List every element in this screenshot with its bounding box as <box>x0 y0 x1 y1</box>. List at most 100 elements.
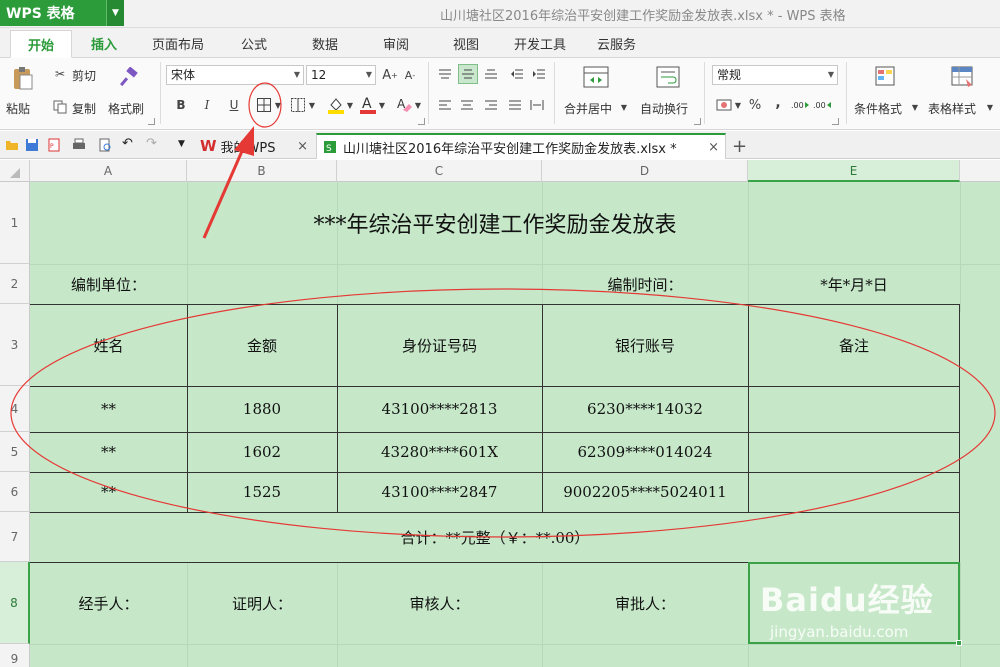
decrease-indent-icon[interactable] <box>508 65 526 83</box>
paste-button[interactable]: 粘贴 <box>6 100 30 117</box>
cell-name[interactable]: ** <box>30 432 187 472</box>
cell-border-style-icon[interactable] <box>288 95 308 115</box>
increase-decimal-icon[interactable]: .00 <box>790 96 810 114</box>
total-row[interactable]: 合计：**元整（￥：**.00） <box>30 512 960 562</box>
align-middle-icon[interactable] <box>458 64 478 84</box>
shrink-font-icon[interactable]: A- <box>402 66 418 84</box>
cell-amount[interactable]: 1525 <box>187 472 337 512</box>
tab-developer[interactable]: 开发工具 <box>514 34 566 53</box>
chevron-down-icon[interactable]: ▼ <box>986 102 994 112</box>
paste-icon[interactable] <box>10 64 36 92</box>
cell-id-number[interactable]: 43100****2847 <box>337 472 542 512</box>
row-header-2[interactable]: 2 <box>0 264 30 304</box>
chevron-down-icon[interactable]: ▼ <box>734 98 742 112</box>
tab-insert[interactable]: 插入 <box>91 34 117 53</box>
cell-id-number[interactable]: 43280****601X <box>337 432 542 472</box>
format-painter-button[interactable]: 格式刷 <box>108 100 144 117</box>
close-icon[interactable]: × <box>297 139 308 154</box>
sheet-title[interactable]: ***年综治平安创建工作奖励金发放表 <box>30 182 960 264</box>
distributed-align-icon[interactable] <box>528 96 546 114</box>
open-folder-icon[interactable] <box>5 138 19 152</box>
align-top-icon[interactable] <box>436 65 454 83</box>
header-bank-account[interactable]: 银行账号 <box>542 304 748 386</box>
tab-start[interactable]: 开始 <box>10 30 72 58</box>
cell-bank-account[interactable]: 9002205****5024011 <box>542 472 748 512</box>
align-center-icon[interactable] <box>458 96 476 114</box>
chevron-down-icon[interactable]: ▼ <box>378 98 386 112</box>
signature-reviewer[interactable]: 审核人： <box>337 562 542 644</box>
table-style-button[interactable]: 表格样式 <box>928 100 976 117</box>
chevron-down-icon[interactable]: ▼ <box>620 102 628 112</box>
increase-indent-icon[interactable] <box>530 65 548 83</box>
format-painter-icon[interactable] <box>118 66 140 88</box>
header-id-number[interactable]: 身份证号码 <box>337 304 542 386</box>
merge-center-button[interactable]: 合并居中 <box>564 100 612 117</box>
new-tab-button[interactable]: + <box>732 133 748 159</box>
tab-my-wps[interactable]: W 我的WPS × <box>200 133 314 159</box>
conditional-format-button[interactable]: 条件格式 <box>854 100 902 117</box>
merge-center-icon[interactable] <box>582 64 610 90</box>
column-header-c[interactable]: C <box>337 160 542 182</box>
copy-button[interactable]: 复制 <box>72 100 96 117</box>
tab-view[interactable]: 视图 <box>453 34 479 53</box>
row-header-3[interactable]: 3 <box>0 304 30 386</box>
row-header-7[interactable]: 7 <box>0 512 30 562</box>
cut-button[interactable]: 剪切 <box>72 67 96 84</box>
tab-spreadsheet-file[interactable]: S 山川塘社区2016年综治平安创建工作奖励金发放表.xlsx * × <box>316 133 726 159</box>
row-header-4[interactable]: 4 <box>0 386 30 432</box>
currency-icon[interactable] <box>714 96 734 114</box>
close-icon[interactable]: × <box>708 140 719 155</box>
clear-format-icon[interactable]: A <box>394 95 414 115</box>
cell-amount[interactable]: 1880 <box>187 386 337 432</box>
tab-review[interactable]: 审阅 <box>383 34 409 53</box>
redo-icon[interactable]: ↷ <box>146 136 160 151</box>
conditional-format-icon[interactable] <box>872 64 900 90</box>
undo-icon[interactable]: ↶ <box>122 136 136 151</box>
percent-button[interactable]: % <box>748 96 762 114</box>
signature-approver[interactable]: 审批人： <box>542 562 748 644</box>
app-menu-button[interactable]: WPS 表格 ▼ <box>0 0 124 26</box>
time-label[interactable]: 编制时间： <box>542 264 748 304</box>
export-pdf-icon[interactable]: P <box>47 138 61 152</box>
column-header-e[interactable]: E <box>748 160 960 182</box>
tab-formula[interactable]: 公式 <box>241 34 267 53</box>
copy-icon[interactable] <box>52 99 68 115</box>
chevron-down-icon[interactable]: ▼ <box>106 0 124 26</box>
cell-name[interactable]: ** <box>30 386 187 432</box>
italic-button[interactable]: I <box>200 96 214 114</box>
align-left-icon[interactable] <box>436 96 454 114</box>
table-style-icon[interactable] <box>948 64 976 90</box>
scissors-icon[interactable]: ✂ <box>52 66 68 82</box>
clipboard-launcher-icon[interactable] <box>148 118 155 125</box>
comma-style-button[interactable]: , <box>772 94 784 112</box>
decrease-decimal-icon[interactable]: .00 <box>812 96 832 114</box>
tab-page-layout[interactable]: 页面布局 <box>152 34 204 53</box>
chevron-down-icon[interactable]: ▼ <box>414 98 422 112</box>
font-color-icon[interactable]: A <box>358 94 378 116</box>
fill-color-icon[interactable] <box>326 95 346 115</box>
row-header-9[interactable]: 9 <box>0 644 30 667</box>
chevron-down-icon[interactable]: ▼ <box>274 98 282 112</box>
tab-cloud[interactable]: 云服务 <box>597 34 636 53</box>
cell-name[interactable]: ** <box>30 472 187 512</box>
cell-bank-account[interactable]: 6230****14032 <box>542 386 748 432</box>
time-value[interactable]: *年*月*日 <box>748 264 960 304</box>
signature-witness[interactable]: 证明人： <box>187 562 337 644</box>
font-size-select[interactable]: 12 ▼ <box>306 65 376 85</box>
customize-toolbar-icon[interactable]: ▼ <box>178 139 192 153</box>
header-remarks[interactable]: 备注 <box>748 304 960 386</box>
chevron-down-icon[interactable]: ▼ <box>911 102 919 112</box>
row-header-5[interactable]: 5 <box>0 432 30 472</box>
underline-button[interactable]: U <box>227 96 241 114</box>
signature-handler[interactable]: 经手人： <box>30 562 187 644</box>
chevron-down-icon[interactable]: ▼ <box>346 98 354 112</box>
alignment-launcher-icon[interactable] <box>694 118 701 125</box>
wrap-text-button[interactable]: 自动换行 <box>640 100 688 117</box>
bold-button[interactable]: B <box>174 96 188 114</box>
column-header-a[interactable]: A <box>30 160 187 182</box>
chevron-down-icon[interactable]: ▼ <box>308 98 316 112</box>
number-format-select[interactable]: 常规 ▼ <box>712 65 838 85</box>
header-amount[interactable]: 金额 <box>187 304 337 386</box>
select-all-corner[interactable] <box>0 160 30 182</box>
tab-data[interactable]: 数据 <box>312 34 338 53</box>
